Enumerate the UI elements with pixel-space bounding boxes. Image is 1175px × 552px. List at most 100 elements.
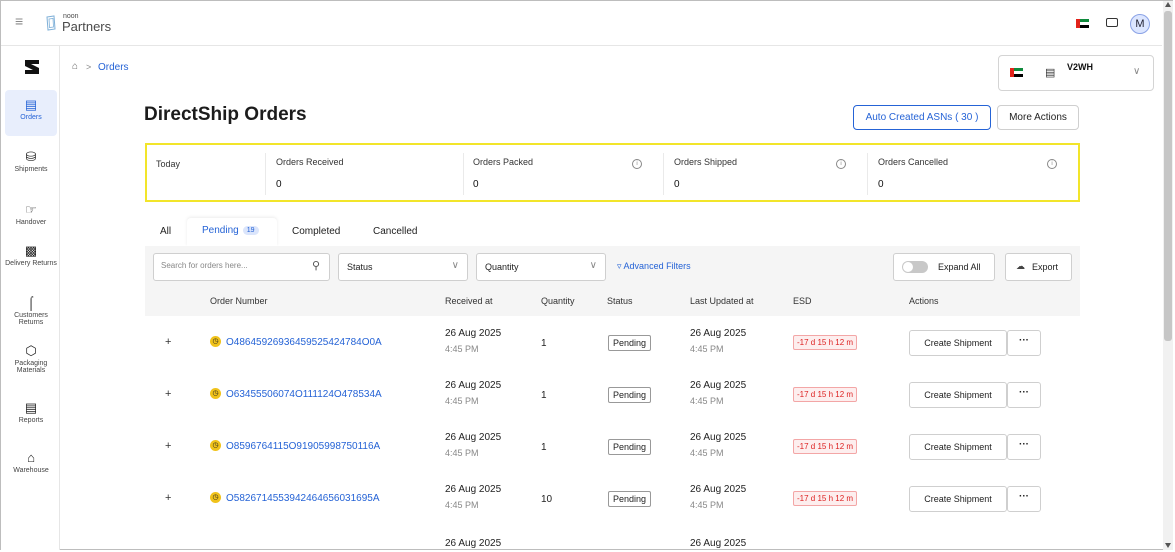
uae-flag-icon xyxy=(1010,68,1023,77)
updated-time: 4:45 PM xyxy=(690,448,724,458)
sidebar-item-packaging-materials[interactable]: ⬡ Packaging Materials xyxy=(5,343,57,375)
updated-date: 26 Aug 2025 xyxy=(690,538,747,549)
scroll-down-arrow-icon[interactable] xyxy=(1165,543,1171,548)
sidebar-item-label: Orders xyxy=(20,114,42,121)
info-icon[interactable]: i xyxy=(836,159,846,169)
received-time: 4:45 PM xyxy=(445,448,479,458)
updated-time: 4:45 PM xyxy=(690,396,724,406)
scroll-up-arrow-icon[interactable] xyxy=(1165,2,1171,7)
delivery-returns-icon: ▩ xyxy=(24,243,38,258)
divider xyxy=(867,153,868,195)
export-button[interactable]: ☁ Export xyxy=(1005,253,1072,281)
more-options-button[interactable]: ··· xyxy=(1007,382,1041,408)
packaging-icon: ⬡ xyxy=(25,343,37,358)
received-time: 4:45 PM xyxy=(445,396,479,406)
more-options-button[interactable]: ··· xyxy=(1007,486,1041,512)
more-actions-button[interactable]: More Actions xyxy=(997,105,1079,130)
breadcrumb-current[interactable]: Orders xyxy=(98,62,129,73)
info-icon[interactable]: i xyxy=(1047,159,1057,169)
mail-icon[interactable] xyxy=(1106,18,1118,27)
expand-all-toggle[interactable]: Expand All xyxy=(893,253,995,281)
avatar[interactable]: M xyxy=(1130,14,1150,34)
col-order-number: Order Number xyxy=(210,296,268,306)
warehouse-icon: ⌂ xyxy=(27,450,35,465)
tab-all[interactable]: All xyxy=(160,226,171,237)
table-row[interactable]: + ◷ O63455506074O111124O478534A 26 Aug 2… xyxy=(145,369,1080,422)
advanced-filters-label: Advanced Filters xyxy=(623,261,691,271)
customer-returns-icon: ⌠ xyxy=(27,295,35,310)
hamburger-icon[interactable]: ≡ xyxy=(15,14,27,28)
create-shipment-button[interactable]: Create Shipment xyxy=(909,434,1007,460)
quantity: 1 xyxy=(541,442,547,453)
updated-time: 4:45 PM xyxy=(690,500,724,510)
order-number-link[interactable]: O5826714553942464656031695A xyxy=(226,493,380,504)
sidebar-item-delivery-returns[interactable]: ▩ Delivery Returns xyxy=(5,243,57,268)
toggle-switch[interactable] xyxy=(902,261,928,273)
updated-date: 26 Aug 2025 xyxy=(690,380,747,391)
tab-cancelled[interactable]: Cancelled xyxy=(373,226,417,237)
table-row[interactable]: 26 Aug 2025 26 Aug 2025 xyxy=(145,525,1080,549)
warehouse-code: V2WH xyxy=(1067,62,1094,72)
table-row[interactable]: + ◷ O48645926936459525424784O0A 26 Aug 2… xyxy=(145,317,1080,370)
quantity-dropdown-label: Quantity xyxy=(485,262,519,272)
divider xyxy=(463,153,464,195)
uae-flag-icon[interactable] xyxy=(1076,19,1089,28)
tab-label: Pending xyxy=(202,225,239,236)
col-esd: ESD xyxy=(793,296,812,306)
handover-icon: ☞ xyxy=(25,202,37,217)
table-row[interactable]: + ◷ O5826714553942464656031695A 26 Aug 2… xyxy=(145,473,1080,526)
col-last-updated: Last Updated at xyxy=(690,296,754,306)
scroll-thumb[interactable] xyxy=(1164,11,1172,341)
create-shipment-button[interactable]: Create Shipment xyxy=(909,382,1007,408)
search-icon: ⚲ xyxy=(312,260,321,272)
search-input[interactable]: Search for orders here... ⚲ xyxy=(153,253,330,281)
sidebar-item-label: Customers Returns xyxy=(14,312,48,326)
expand-row-icon[interactable]: + xyxy=(165,388,171,400)
sidebar-item-warehouse[interactable]: ⌂ Warehouse xyxy=(5,450,57,475)
warehouse-selector[interactable]: ▤ V2WH ∨ xyxy=(998,55,1154,91)
order-number-link[interactable]: O48645926936459525424784O0A xyxy=(226,337,382,348)
search-placeholder: Search for orders here... xyxy=(161,261,248,270)
divider xyxy=(265,153,266,195)
create-shipment-button[interactable]: Create Shipment xyxy=(909,330,1007,356)
home-icon[interactable]: ⌂ xyxy=(72,61,78,72)
sidebar-item-label: Warehouse xyxy=(13,467,49,474)
stats-period: Today xyxy=(156,159,181,169)
status-dropdown[interactable]: Status ∨ xyxy=(338,253,468,281)
sidebar-item-label: Reports xyxy=(18,417,44,424)
sidebar-item-shipments[interactable]: ⛁ Shipments xyxy=(5,150,57,174)
more-options-button[interactable]: ··· xyxy=(1007,434,1041,460)
stats-summary: Today Orders Received 0 Orders Packed 0 … xyxy=(145,143,1080,202)
more-options-button[interactable]: ··· xyxy=(1007,330,1041,356)
expand-row-icon[interactable]: + xyxy=(165,492,171,504)
create-shipment-button[interactable]: Create Shipment xyxy=(909,486,1007,512)
sidebar-item-reports[interactable]: ▤ Reports xyxy=(5,400,57,425)
app-logo-icon[interactable] xyxy=(23,59,41,80)
chevron-down-icon: ∨ xyxy=(1133,66,1141,77)
table-row[interactable]: + ◷ O8596764115O91905998750116A 26 Aug 2… xyxy=(145,421,1080,474)
auto-created-asns-button[interactable]: Auto Created ASNs ( 30 ) xyxy=(853,105,991,130)
sidebar-item-label: Delivery Returns xyxy=(5,260,57,267)
tab-completed[interactable]: Completed xyxy=(292,226,340,237)
sidebar-item-handover[interactable]: ☞ Handover xyxy=(5,202,57,227)
order-number-link[interactable]: O8596764115O91905998750116A xyxy=(226,441,380,452)
tab-pending[interactable]: Pending 19 xyxy=(202,225,259,236)
received-date: 26 Aug 2025 xyxy=(445,484,502,495)
col-actions: Actions xyxy=(909,296,939,306)
quantity-dropdown[interactable]: Quantity ∨ xyxy=(476,253,606,281)
expand-row-icon[interactable]: + xyxy=(165,336,171,348)
vertical-scrollbar[interactable] xyxy=(1163,1,1173,550)
received-date: 26 Aug 2025 xyxy=(445,432,502,443)
status-badge: Pending xyxy=(608,491,652,507)
sidebar-item-customers-returns[interactable]: ⌠ Customers Returns xyxy=(5,295,57,327)
sidebar-item-orders[interactable]: ▤ Orders xyxy=(5,90,57,136)
order-number-link[interactable]: O63455506074O111124O478534A xyxy=(226,389,382,400)
expand-row-icon[interactable]: + xyxy=(165,440,171,452)
top-bar: ≡ noon Partners M xyxy=(1,1,1162,46)
pending-count-badge: 19 xyxy=(242,225,259,235)
reports-icon: ▤ xyxy=(24,400,38,415)
advanced-filters-link[interactable]: ▿ Advanced Filters xyxy=(617,261,691,272)
received-date: 26 Aug 2025 xyxy=(445,328,502,339)
updated-time: 4:45 PM xyxy=(690,344,724,354)
info-icon[interactable]: i xyxy=(632,159,642,169)
